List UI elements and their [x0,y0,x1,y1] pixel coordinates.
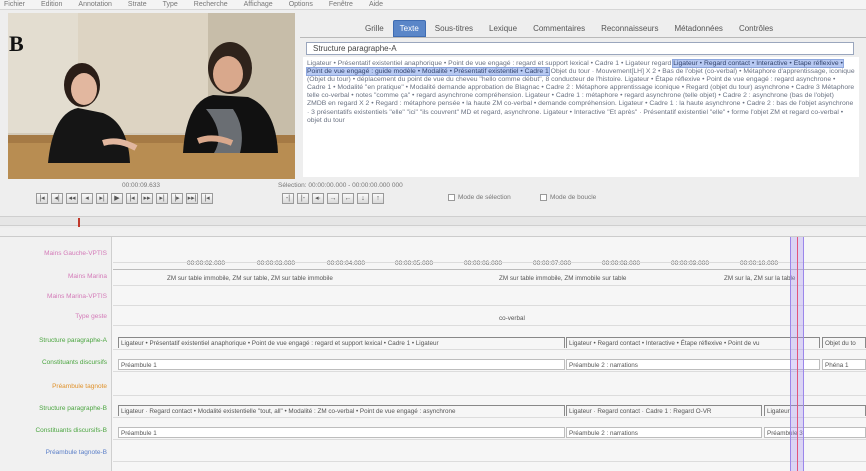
navigation-button[interactable]: -| [282,193,294,204]
annotation-structure-a-2[interactable]: Ligateur • Regard contact • Interactive … [566,337,820,348]
tier-row-divider [113,285,866,286]
tier-label[interactable]: Type geste [75,313,107,320]
navigation-button[interactable]: ← [342,193,354,204]
playback-button[interactable]: ▸| [96,193,108,204]
tab-7[interactable]: Contrôles [732,20,780,37]
time-ruler [113,269,866,270]
playback-button[interactable]: ▸▸ [141,193,153,204]
navigation-button[interactable]: ◂· [312,193,324,204]
tier-row-divider [113,349,866,350]
navigation-button[interactable]: ↓ [357,193,369,204]
tier-label[interactable]: Structure paragraphe-B [39,405,107,412]
annotation-text-pre: Ligateur • Présentatif existentiel anaph… [307,60,672,67]
annotation-structure-b-3[interactable]: Ligateur [764,405,866,416]
loop-mode-checkbox[interactable]: Mode de boucle [540,194,596,201]
tier-row-divider [113,417,866,418]
menu-item[interactable]: Type [163,0,178,9]
playback-button[interactable]: ◂◂ [66,193,78,204]
tier-label[interactable]: Constituants discursifs-B [35,427,107,434]
navigation-button[interactable]: → [327,193,339,204]
menu-item[interactable]: Fichier [4,0,25,9]
menu-item[interactable]: Edition [41,0,62,9]
figure-panel-label: B [9,31,24,56]
annotation-marina-3[interactable]: ZM sur la, ZM sur la table [722,273,842,284]
menu-bar: Fichier Edition Annotation Strate Type Recher… [0,0,866,10]
annotation-constituants-b-1[interactable]: Préambule 1 [118,427,565,438]
playback-button[interactable]: ◂ [81,193,93,204]
annotation-constituants-a-3[interactable]: Phéna 1 [822,359,866,370]
tab-bar: Grille Texte Sous-titres Lexique Commentaire… [300,18,866,38]
crosshair-marker [78,218,80,227]
annotation-constituants-a-1[interactable]: Préambule 1 [118,359,565,370]
tab-1[interactable]: Texte [392,20,426,37]
menu-item[interactable]: Strate [128,0,147,9]
playback-buttons: |◂ ◂| ◂◂ ◂ ▸| ▶ |◂ ▸▸ ▸| |▸ ▸▸| |◂ [36,193,213,204]
playback-button[interactable]: |◂ [36,193,48,204]
annotation-constituants-b-3[interactable]: Préambule 3 [764,427,866,438]
tier-label[interactable]: Mains Marina-VPTIS [47,293,107,300]
playback-button[interactable]: |◂ [126,193,138,204]
annotation-marina-2[interactable]: ZM sur table immobile, ZM immobile sur t… [497,273,717,284]
tier-row-divider [113,461,866,462]
playback-button[interactable]: ▸| [156,193,168,204]
navigation-buttons: -| |- ◂· → ← ↓ ↑ [282,193,384,204]
navigation-button[interactable]: ↑ [372,193,384,204]
menu-item[interactable]: Recherche [194,0,228,9]
playhead-line[interactable] [797,237,798,471]
tier-label[interactable]: Préambule tagnote-B [46,449,107,456]
tab-3[interactable]: Lexique [482,20,524,37]
annotation-constituants-b-2[interactable]: Préambule 2 : narrations [566,427,762,438]
annotation-text-view[interactable]: Ligateur • Présentatif existentiel anaph… [303,57,859,177]
tier-row-divider [113,305,866,306]
menu-item[interactable]: Fenêtre [329,0,353,9]
tab-6[interactable]: Métadonnées [667,20,729,37]
menu-item[interactable]: Options [289,0,313,9]
tab-2[interactable]: Sous-titres [428,20,480,37]
video-frame-image [8,13,295,179]
annotation-type-geste[interactable]: co-verbal [497,313,589,324]
tier-label[interactable]: Constituants discursifs [42,359,107,366]
playback-button[interactable]: ▶ [111,193,123,204]
tier-label[interactable]: Mains Gauche-VPTIS [44,250,107,257]
menu-item[interactable]: Annotation [78,0,111,9]
tier-label[interactable]: Préambule tagnote [52,383,107,390]
overview-scrollbar[interactable] [0,216,866,226]
menu-item[interactable]: Affichage [244,0,273,9]
tier-label[interactable]: Structure paragraphe-A [39,337,107,344]
elan-window: Fichier Edition Annotation Strate Type Recher… [0,0,866,471]
selection-mode-label: Mode de sélection [458,194,511,201]
checkbox-icon [540,194,547,201]
playback-button[interactable]: |◂ [201,193,213,204]
tab-0[interactable]: Grille [358,20,391,37]
annotation-constituants-a-2[interactable]: Préambule 2 : narrations [566,359,820,370]
annotation-structure-b-1[interactable]: Ligateur · Regard contact • Modalité exi… [118,405,565,416]
tab-4[interactable]: Commentaires [526,20,592,37]
tier-label[interactable]: Mains Marina [68,273,107,280]
tab-5[interactable]: Reconnaisseurs [594,20,665,37]
playback-button[interactable]: |▸ [171,193,183,204]
annotation-structure-b-2[interactable]: Ligateur · Regard contact · Cadre 1 : Re… [566,405,762,416]
tier-row-divider [113,262,866,263]
tier-label-panel: Mains Gauche-VPTIS Mains Marina Mains Mari… [0,237,112,471]
tier-row-divider [113,325,866,326]
loop-mode-label: Mode de boucle [550,194,597,201]
tier-selector[interactable]: Structure paragraphe-A [306,42,854,55]
menu-item[interactable]: Aide [369,0,383,9]
selection-mode-checkbox[interactable]: Mode de sélection [448,194,511,201]
timeline-splitter[interactable] [0,228,866,237]
selection-time: Sélection: 00:00:00.000 - 00:00:00.000 0… [278,182,403,189]
annotation-structure-a-3[interactable]: Objet du to [822,337,866,348]
playback-button[interactable]: ◂| [51,193,63,204]
checkbox-icon [448,194,455,201]
navigation-button[interactable]: |- [297,193,309,204]
annotation-structure-a-1[interactable]: Ligateur • Présentatif existentiel anaph… [118,337,565,348]
timeline-viewer[interactable]: Mains Gauche-VPTIS Mains Marina Mains Mari… [0,237,866,471]
annotation-text-post: Objet du tour · Mouvement[LH] X 2 • Bas … [307,68,855,124]
tier-row-divider [113,439,866,440]
tier-row-divider [113,395,866,396]
video-player[interactable] [8,13,295,179]
playback-button[interactable]: ▸▸| [186,193,198,204]
tier-row-divider [113,371,866,372]
current-time: 00:00:09.633 [122,182,160,189]
